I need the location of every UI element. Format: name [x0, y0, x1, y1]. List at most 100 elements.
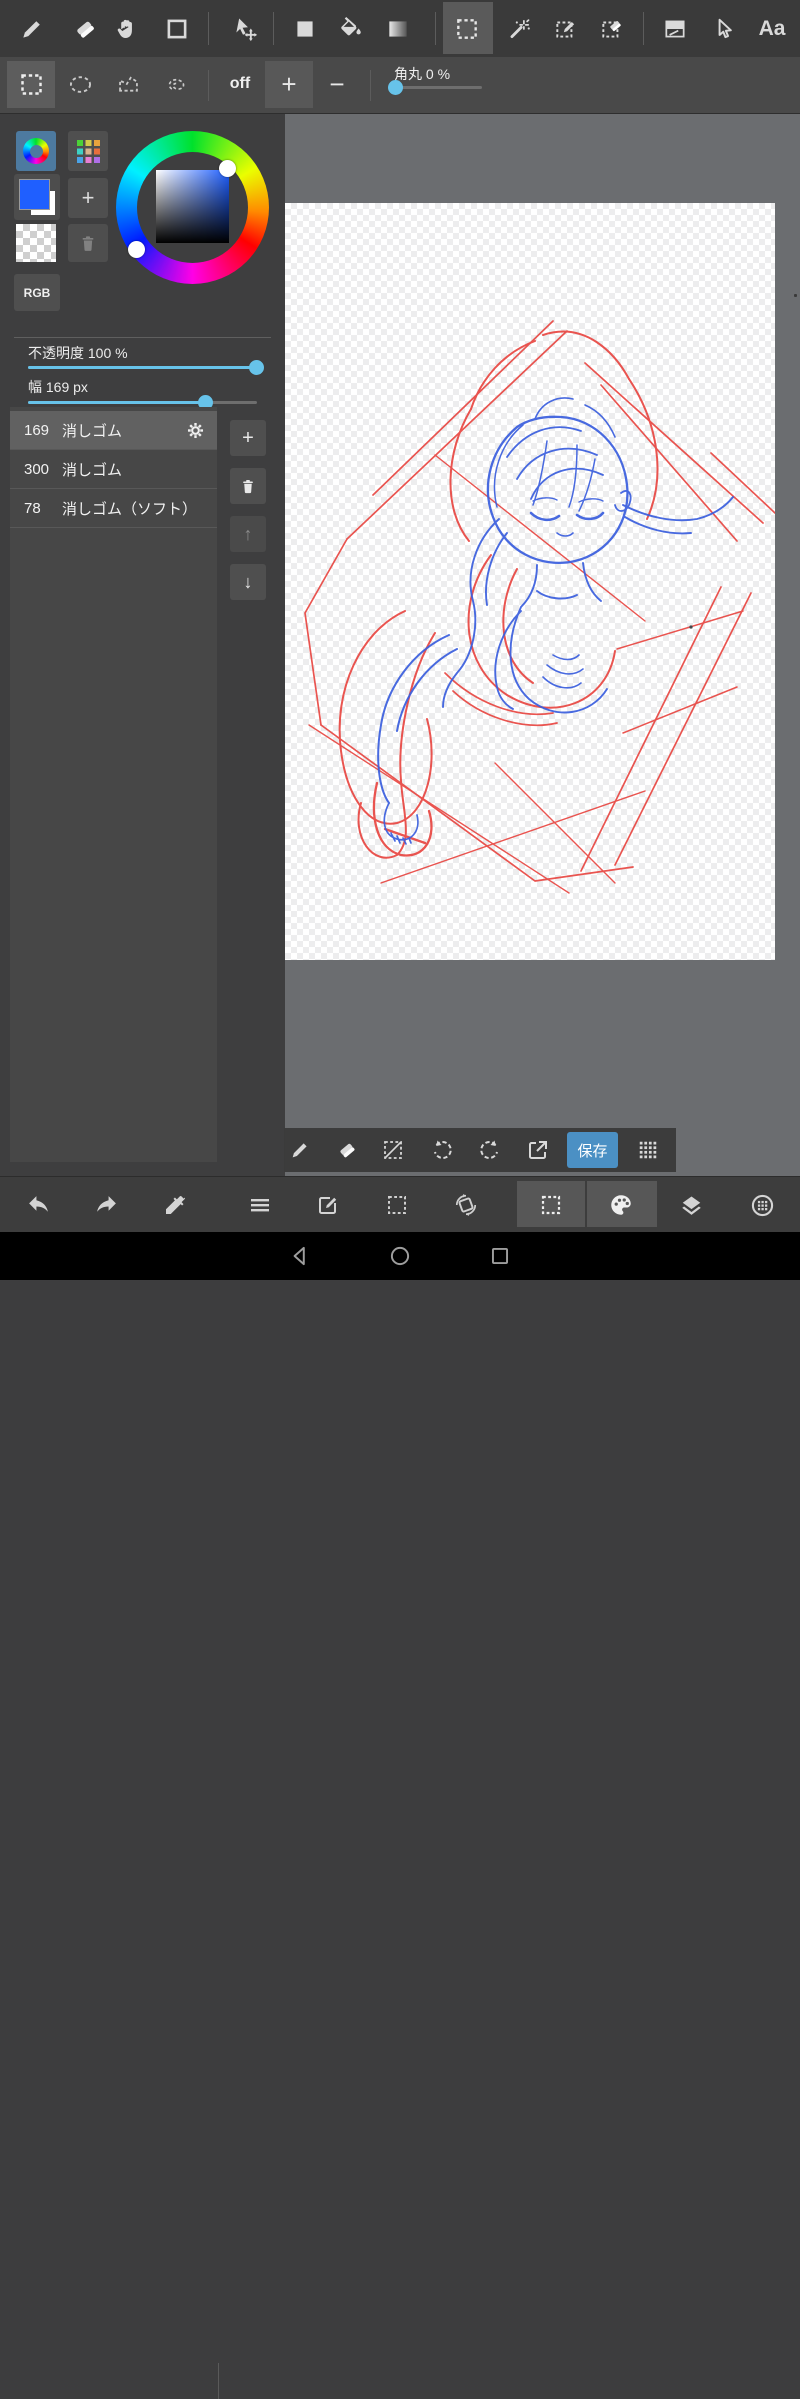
gradient-tool-button[interactable] [376, 7, 420, 51]
color-panel-button[interactable] [599, 1183, 643, 1227]
drawing-page[interactable] [285, 203, 775, 960]
expand-selection-button[interactable]: + [267, 62, 311, 106]
toolbar-divider [273, 12, 274, 45]
marquee-rect-icon [20, 73, 42, 95]
eyedropper-icon [166, 1195, 186, 1214]
eraser-tool-button[interactable] [63, 7, 107, 51]
save-button[interactable]: 保存 [567, 1132, 618, 1168]
rect-select-button[interactable] [9, 62, 53, 106]
brush-name: 消しゴム [62, 422, 123, 440]
gradient-icon [389, 21, 407, 37]
width-unit: px [73, 379, 88, 395]
redo-button[interactable] [84, 1183, 128, 1227]
corner-radius-slider-thumb[interactable] [388, 80, 403, 95]
delete-brush-button[interactable] [230, 468, 266, 504]
width-slider-fill [28, 401, 206, 404]
ellipse-select-button[interactable] [58, 62, 102, 106]
divide-tool-button[interactable] [653, 7, 697, 51]
magic-wand-tool-button[interactable] [497, 7, 541, 51]
panel-divider [14, 337, 271, 338]
brush-list: 169 消しゴム 300 消しゴム 78 消しゴム（ソフト） [10, 407, 217, 1162]
hue-selector-handle[interactable] [128, 241, 145, 258]
color-wheel[interactable] [116, 131, 269, 284]
sketch-red-lines [304, 320, 775, 894]
width-text: 幅 [28, 379, 42, 395]
saturation-value-square[interactable] [156, 170, 229, 243]
export-button[interactable] [518, 1128, 558, 1172]
bucket-tool-button[interactable] [329, 7, 373, 51]
select-panel-button[interactable] [375, 1183, 419, 1227]
move-brush-down-button[interactable]: ↓ [230, 564, 266, 600]
select-tool-button[interactable] [445, 7, 489, 51]
rotate-cw-icon [480, 1140, 498, 1159]
shrink-selection-button[interactable]: − [315, 62, 359, 106]
undo-icon [28, 1195, 48, 1212]
open-in-new-icon [529, 1141, 547, 1159]
color-wheel-icon [23, 138, 49, 164]
add-color-button[interactable]: + [68, 178, 108, 218]
canvas-viewport[interactable] [285, 114, 800, 1176]
text-tool-button[interactable]: Aa [750, 7, 794, 51]
cursor-tool-button[interactable] [703, 7, 747, 51]
rotate-ccw-button[interactable] [422, 1128, 462, 1172]
transform-panel-button[interactable] [444, 1183, 488, 1227]
fill-square-tool-button[interactable] [283, 7, 327, 51]
brush-width-label: 幅 169 px [28, 377, 88, 397]
opacity-value: 100 [87, 345, 112, 361]
brush-list-item[interactable]: 300 消しゴム [10, 450, 217, 489]
current-color-swatch[interactable] [14, 174, 60, 220]
sv-selector-handle[interactable] [219, 160, 236, 177]
android-recents-button[interactable] [478, 1234, 522, 1278]
toolbar-divider [208, 70, 209, 101]
magic-wand-icon [510, 19, 530, 38]
transparent-color-swatch[interactable] [16, 224, 56, 262]
move-brush-up-button[interactable]: ↑ [230, 516, 266, 552]
color-wheel-mode-button[interactable] [16, 131, 56, 171]
rgb-mode-button[interactable]: RGB [14, 274, 60, 311]
polygon-select-button[interactable] [106, 62, 150, 106]
antialias-off-toggle[interactable]: off [218, 62, 262, 106]
edit-panel-button[interactable] [306, 1183, 350, 1227]
bottom-toolbar [0, 1176, 800, 2399]
canvas-quick-toolbar: 保存 [284, 1128, 676, 1172]
brush-name: 消しゴム [62, 461, 123, 479]
brush-list-item[interactable]: 169 消しゴム [10, 411, 217, 450]
quick-menu-grid-button[interactable] [628, 1128, 668, 1172]
android-home-button[interactable] [378, 1234, 422, 1278]
color-palette-mode-button[interactable] [68, 131, 108, 171]
select-mode-button[interactable] [529, 1183, 573, 1227]
grid-dots-icon [639, 1141, 657, 1159]
android-back-button[interactable] [278, 1234, 322, 1278]
shape-tool-button[interactable] [155, 7, 199, 51]
layers-panel-button[interactable] [669, 1183, 713, 1227]
brush-list-item[interactable]: 78 消しゴム（ソフト） [10, 489, 217, 528]
hand-tool-button[interactable] [105, 7, 149, 51]
main-menu-button[interactable] [238, 1183, 282, 1227]
select-pen-tool-button[interactable] [544, 7, 588, 51]
add-brush-button[interactable]: + [230, 420, 266, 456]
undo-button[interactable] [16, 1183, 60, 1227]
quick-pencil-button[interactable] [280, 1128, 320, 1172]
corner-radius-slider-track[interactable] [394, 86, 482, 89]
rgb-label: RGB [23, 285, 51, 300]
toolbar-divider [370, 70, 371, 101]
cursor-arrow-icon [718, 18, 732, 39]
quick-eraser-button[interactable] [327, 1128, 367, 1172]
rotate-cw-button[interactable] [470, 1128, 510, 1172]
pencil-tool-button[interactable] [10, 7, 54, 51]
eyedropper-button[interactable] [153, 1183, 197, 1227]
marquee-icon [541, 1195, 561, 1215]
palette-icon [611, 1195, 631, 1215]
move-tool-button[interactable] [223, 7, 267, 51]
material-panel-button[interactable] [740, 1183, 784, 1227]
opacity-slider-thumb[interactable] [249, 360, 264, 375]
deselect-button[interactable] [373, 1128, 413, 1172]
lasso-select-button[interactable] [155, 62, 199, 106]
lasso-icon [168, 78, 184, 90]
back-triangle-icon [293, 1246, 305, 1266]
corner-radius-unit: % [437, 66, 451, 82]
delete-color-button[interactable] [68, 224, 108, 262]
corner-radius-value: 0 [425, 66, 434, 82]
select-eraser-tool-button[interactable] [590, 7, 634, 51]
gear-icon[interactable] [186, 421, 205, 440]
